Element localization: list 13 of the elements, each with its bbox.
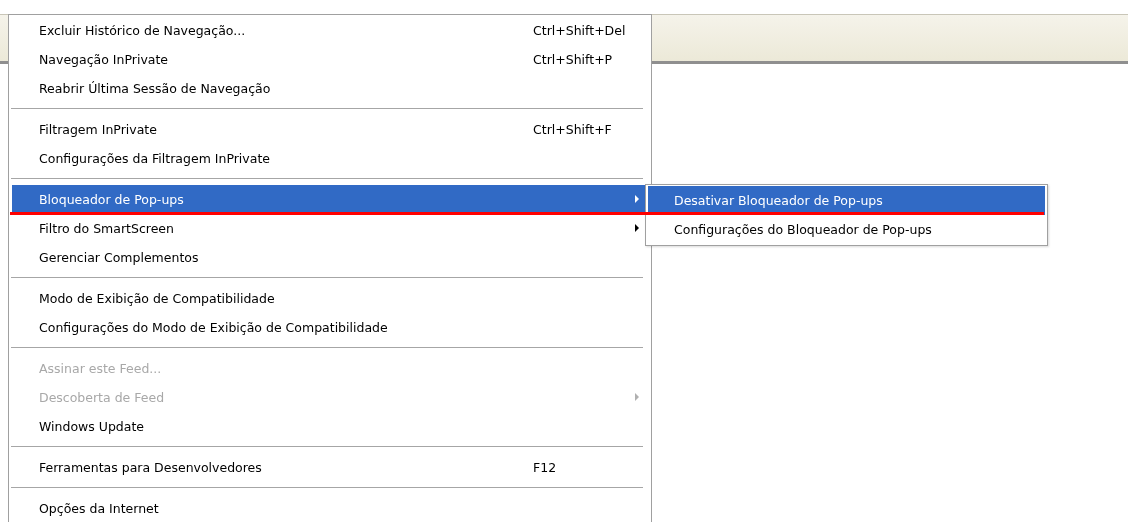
- menu-item[interactable]: Navegação InPrivate Ctrl+Shift+P: [12, 45, 649, 74]
- menu-item[interactable]: Modo de Exibição de Compatibilidade: [12, 284, 649, 313]
- menu-item[interactable]: Opções da Internet: [12, 494, 649, 522]
- menu-item[interactable]: Configurações do Bloqueador de Pop-ups: [648, 215, 1045, 244]
- menu-item[interactable]: Configurações da Filtragem InPrivate: [12, 144, 649, 173]
- menu-item[interactable]: Filtragem InPrivate Ctrl+Shift+F: [12, 115, 649, 144]
- menu-item[interactable]: Gerenciar Complementos: [12, 243, 649, 272]
- menu-item[interactable]: Filtro do SmartScreen: [12, 214, 649, 243]
- menu-item[interactable]: Windows Update: [12, 412, 649, 441]
- menu-item[interactable]: Reabrir Última Sessão de Navegação: [12, 74, 649, 103]
- menu-item[interactable]: Ferramentas para Desenvolvedores F12: [12, 453, 649, 482]
- menu-item[interactable]: Configurações do Modo de Exibição de Compatibilidade: [12, 313, 649, 342]
- menu-item[interactable]: Excluir Histórico de Navegação... Ctrl+Shift+Del: [12, 16, 649, 45]
